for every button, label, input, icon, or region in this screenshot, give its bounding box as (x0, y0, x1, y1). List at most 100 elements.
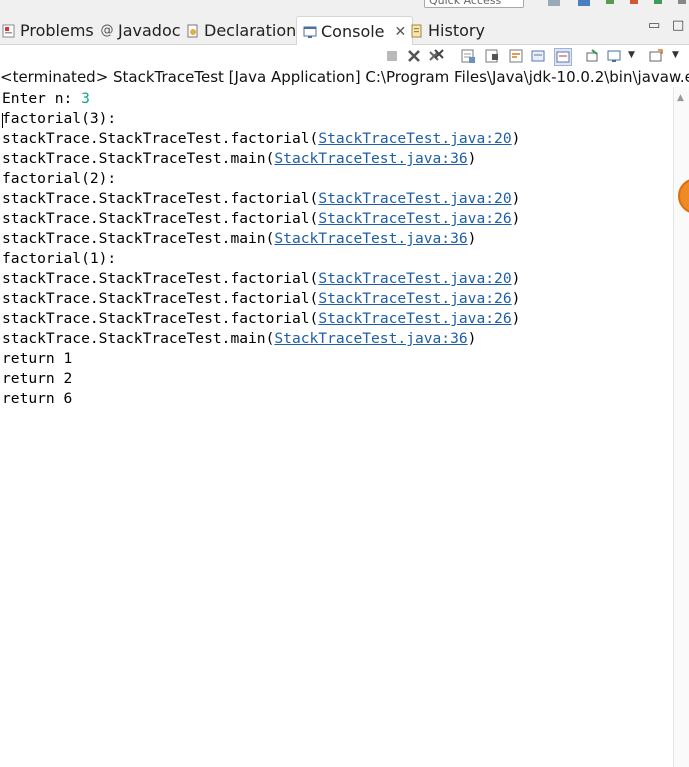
line-text-suffix: ) (511, 130, 521, 147)
tab-label: History (428, 21, 485, 40)
tab-problems[interactable]: Problems (2, 17, 94, 44)
line-text-suffix: ) (511, 210, 521, 227)
console-line: factorial(3): (2, 109, 672, 129)
console-toolbar: ▼ ▼ (0, 45, 689, 67)
console-line: stackTrace.StackTraceTest.main(StackTrac… (2, 229, 672, 249)
console-line: return 1 (2, 349, 672, 369)
tab-label: Console (321, 22, 385, 41)
stack-trace-link[interactable]: StackTraceTest.java:26 (318, 290, 511, 307)
console-line: stackTrace.StackTraceTest.factorial(Stac… (2, 269, 672, 289)
close-icon[interactable]: ✕ (395, 24, 407, 40)
line-text: return 2 (2, 370, 73, 387)
stack-trace-link[interactable]: StackTraceTest.java:36 (274, 230, 467, 247)
line-text: return 6 (2, 390, 73, 407)
word-wrap-button[interactable] (508, 48, 524, 64)
text-caret (2, 113, 3, 128)
problems-icon (2, 24, 15, 37)
console-line: stackTrace.StackTraceTest.factorial(Stac… (2, 129, 672, 149)
scroll-lock-button[interactable] (484, 48, 500, 64)
show-on-stdout-button[interactable] (530, 48, 546, 64)
git-perspective-icon[interactable] (628, 0, 640, 6)
stack-trace-link[interactable]: StackTraceTest.java:20 (318, 190, 511, 207)
declaration-icon (187, 24, 198, 37)
console-line: Enter n: 3 (2, 89, 672, 109)
tab-label: Javadoc (118, 21, 181, 40)
line-text-suffix: ) (511, 310, 521, 327)
line-text: stackTrace.StackTraceTest.main( (2, 330, 275, 347)
tab-console[interactable]: Console ✕ (296, 16, 414, 46)
show-stdout-icon (531, 50, 545, 62)
console-line: return 6 (2, 389, 672, 409)
remove-all-terminated-button[interactable] (428, 48, 444, 64)
pin-console-button[interactable] (584, 48, 600, 64)
clear-console-icon (461, 49, 475, 63)
top-strip: Quick Access (0, 0, 689, 12)
maximize-button[interactable]: □ (672, 18, 684, 33)
quick-access-input[interactable]: Quick Access (424, 0, 524, 8)
console-line: return 2 (2, 369, 672, 389)
line-text: stackTrace.StackTraceTest.main( (2, 230, 275, 247)
line-text: factorial(3): (2, 110, 117, 127)
stack-trace-link[interactable]: StackTraceTest.java:20 (318, 130, 511, 147)
line-text: factorial(2): (2, 170, 117, 187)
console-output[interactable]: Enter n: 3 factorial(3): stackTrace.Stack… (2, 89, 672, 409)
stack-trace-link[interactable]: StackTraceTest.java:36 (274, 330, 467, 347)
pin-icon (586, 49, 598, 62)
history-icon (411, 24, 422, 37)
remove-all-icon (429, 49, 444, 61)
line-text: stackTrace.StackTraceTest.factorial( (2, 190, 319, 207)
tab-declaration[interactable]: Declaration (186, 17, 296, 44)
line-text: stackTrace.StackTraceTest.factorial( (2, 290, 319, 307)
scroll-up-icon[interactable]: ▲ (677, 93, 684, 103)
console-line: factorial(2): (2, 169, 672, 189)
tab-history[interactable]: History (410, 17, 485, 44)
line-text-suffix: ) (467, 230, 477, 247)
tab-javadoc[interactable]: @ Javadoc (100, 17, 181, 44)
open-console-icon (649, 49, 663, 62)
line-text: stackTrace.StackTraceTest.factorial( (2, 210, 319, 227)
javadoc-icon: @ (100, 22, 114, 38)
remove-icon (408, 50, 420, 62)
line-text-suffix: ) (511, 270, 521, 287)
stop-icon (387, 51, 397, 61)
show-on-stderr-button[interactable] (554, 48, 572, 66)
line-text: stackTrace.StackTraceTest.factorial( (2, 310, 319, 327)
stack-trace-link[interactable]: StackTraceTest.java:36 (274, 150, 467, 167)
console-line: stackTrace.StackTraceTest.factorial(Stac… (2, 189, 672, 209)
console-line: stackTrace.StackTraceTest.factorial(Stac… (2, 309, 672, 329)
display-console-icon (607, 50, 621, 62)
console-line: stackTrace.StackTraceTest.main(StackTrac… (2, 329, 672, 349)
display-selected-console-button[interactable] (606, 48, 622, 64)
line-text-suffix: ) (511, 190, 521, 207)
remove-launch-button[interactable] (406, 48, 422, 64)
clear-console-button[interactable] (460, 48, 476, 64)
perspective-icon[interactable] (548, 0, 560, 6)
console-line: stackTrace.StackTraceTest.main(StackTrac… (2, 149, 672, 169)
java-perspective-icon[interactable] (578, 0, 590, 6)
open-console-button[interactable] (648, 48, 664, 64)
view-tab-bar: Problems @ Javadoc Declaration Console ✕… (0, 12, 689, 46)
console-line: stackTrace.StackTraceTest.factorial(Stac… (2, 209, 672, 229)
user-input-text: 3 (81, 90, 90, 107)
stack-trace-link[interactable]: StackTraceTest.java:26 (318, 210, 511, 227)
stack-trace-link[interactable]: StackTraceTest.java:20 (318, 270, 511, 287)
line-text-suffix: ) (511, 290, 521, 307)
line-text: return 1 (2, 350, 73, 367)
terminate-button[interactable] (384, 48, 400, 64)
line-text: factorial(1): (2, 250, 117, 267)
tab-label: Declaration (204, 21, 297, 40)
tasks-perspective-icon[interactable] (676, 0, 688, 6)
show-stderr-icon (556, 51, 570, 63)
scroll-lock-icon (485, 49, 498, 63)
stack-trace-link[interactable]: StackTraceTest.java:26 (318, 310, 511, 327)
chevron-down-icon[interactable]: ▼ (628, 50, 635, 60)
console-process-title: <terminated> StackTraceTest [Java Applic… (0, 68, 689, 86)
chevron-down-icon[interactable]: ▼ (672, 50, 679, 60)
debug-perspective-icon[interactable] (604, 0, 616, 6)
prompt-text: Enter n: (2, 90, 82, 107)
console-line: stackTrace.StackTraceTest.factorial(Stac… (2, 289, 672, 309)
team-perspective-icon[interactable] (652, 0, 664, 6)
minimize-button[interactable]: ▭ (648, 18, 660, 33)
line-text: stackTrace.StackTraceTest.factorial( (2, 270, 319, 287)
console-icon (303, 26, 317, 38)
